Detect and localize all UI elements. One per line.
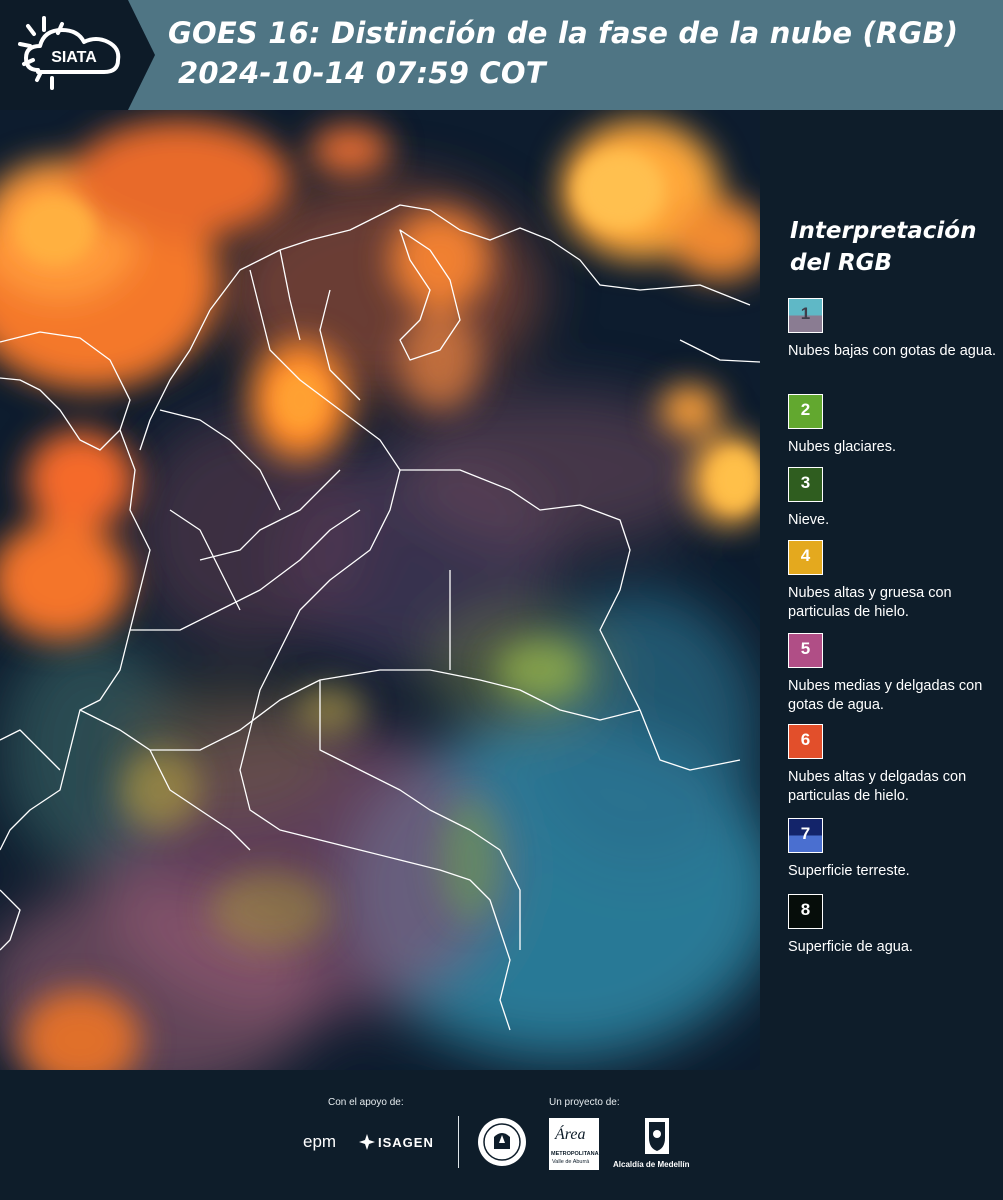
legend-item-3: 3 Nieve. [788,467,998,530]
legend-label: Nubes medias y delgadas con gotas de agu… [788,678,983,713]
legend-label: Nubes altas y delgadas con particulas de… [788,769,967,804]
swatch-number: 3 [800,473,811,492]
legend-item-2: 2 Nubes glaciares. [788,394,998,457]
isagen-logo: ISAGEN [378,1135,434,1150]
swatch-number: 6 [800,730,811,749]
legend-item-7: 7 Superficie terreste. [788,818,998,881]
legend-label: Nieve. [788,512,830,528]
swatch-8: 8 [788,894,823,929]
swatch-7: 7 [788,818,823,853]
footer: Con el apoyo de: Un proyecto de: epm ISA… [0,1070,1003,1200]
isagen-mark-icon [359,1134,375,1150]
swatch-3: 3 [788,467,823,502]
legend-panel: Interpretación del RGB 1 Nubes bajas con… [760,110,1003,1070]
legend-label: Superficie de agua. [788,939,913,955]
swatch-1: 1 [788,298,823,333]
swatch-6: 6 [788,724,823,759]
alcaldia-label: Alcaldía de Medellín [613,1160,690,1169]
legend-label: Nubes altas y gruesa con particulas de h… [788,585,952,620]
swatch-number: 5 [800,639,811,658]
swatch-number: 1 [800,304,811,323]
swatch-number: 7 [800,824,811,843]
medellin-shield-icon [645,1118,669,1154]
legend-label: Nubes glaciares. [788,439,896,455]
epm-logo: epm [303,1132,337,1151]
page-title: GOES 16: Distinción de la fase de la nub… [168,16,959,50]
project-label: Un proyecto de: [549,1097,620,1108]
area-logo-sub1: METROPOLITANA [551,1151,599,1157]
swatch-5: 5 [788,633,823,668]
legend-title: Interpretación del RGB [790,215,990,279]
legend-title-line1: Interpretación [790,218,977,244]
swatch-2: 2 [788,394,823,429]
support-label: Con el apoyo de: [328,1097,404,1108]
legend-label: Superficie terreste. [788,863,910,879]
legend-item-5: 5 Nubes medias y delgadas con gotas de a… [788,633,998,715]
legend-label: Nubes bajas con gotas de agua. [788,343,996,359]
legend-item-8: 8 Superficie de agua. [788,894,998,957]
legend-item-4: 4 Nubes altas y gruesa con particulas de… [788,540,998,622]
satellite-map [0,110,760,1070]
legend-item-1: 1 Nubes bajas con gotas de agua. [788,298,998,361]
footer-divider [458,1116,459,1168]
area-metropolitana-logo: Área METROPOLITANA Valle de Aburrá [549,1118,599,1170]
legend-item-6: 6 Nubes altas y delgadas con particulas … [788,724,998,806]
siata-logo-text: SIATA [51,49,97,66]
area-logo-sub2: Valle de Aburrá [552,1159,590,1165]
header-bar: SIATA GOES 16: Distinción de la fase de … [0,0,1003,110]
swatch-number: 2 [800,400,811,419]
area-logo-text: Área [555,1126,586,1143]
swatch-number: 4 [800,546,811,565]
siata-logo: SIATA [0,0,155,110]
legend-title-line2: del RGB [790,250,893,276]
swatch-number: 8 [800,900,811,919]
swatch-4: 4 [788,540,823,575]
seal-icon [478,1118,526,1166]
timestamp: 2024-10-14 07:59 COT [178,56,546,90]
